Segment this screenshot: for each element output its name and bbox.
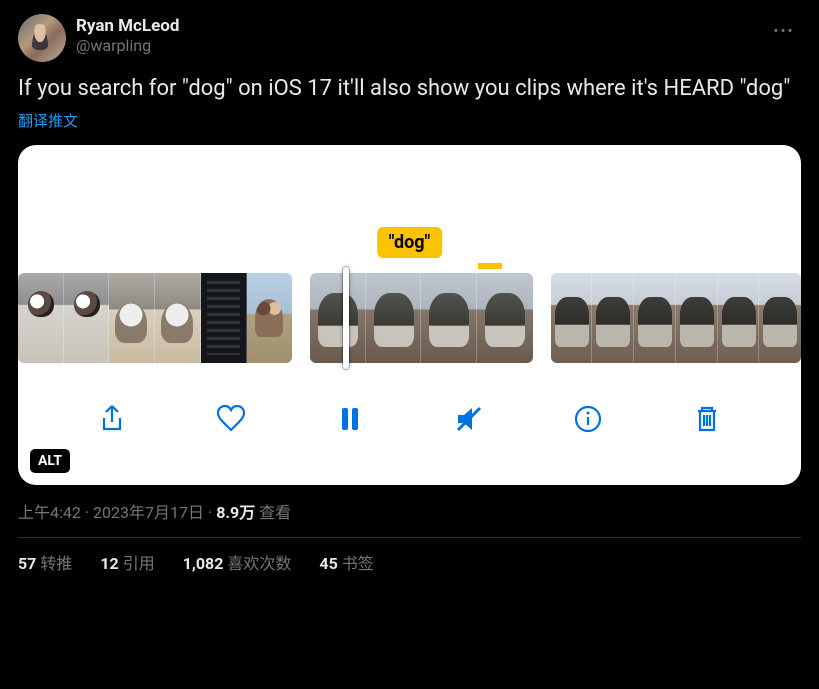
thumbnail[interactable] <box>634 273 676 363</box>
thumbnail[interactable] <box>477 273 533 363</box>
tweet-container: Ryan McLeod @warpling ••• If you search … <box>0 0 819 582</box>
tweet-time[interactable]: 上午4:42 <box>18 503 81 522</box>
share-icon[interactable] <box>94 401 130 437</box>
thumbnail[interactable] <box>18 273 64 363</box>
pause-icon[interactable] <box>332 401 368 437</box>
more-options-button[interactable]: ••• <box>767 14 801 48</box>
bookmarks-stat[interactable]: 45书签 <box>319 550 373 574</box>
likes-stat[interactable]: 1,082喜欢次数 <box>183 550 292 574</box>
tweet-header: Ryan McLeod @warpling ••• <box>18 14 801 62</box>
thumbnail[interactable] <box>201 273 247 363</box>
media-card[interactable]: "dog" <box>18 145 801 485</box>
clip-group[interactable] <box>18 273 292 363</box>
trash-icon[interactable] <box>689 401 725 437</box>
display-name: Ryan McLeod <box>76 16 179 36</box>
thumbnail[interactable] <box>592 273 634 363</box>
video-filmstrip[interactable] <box>18 273 801 363</box>
media-toolbar <box>18 401 801 437</box>
info-icon[interactable] <box>570 401 606 437</box>
thumbnail[interactable] <box>551 273 593 363</box>
thumbnail[interactable] <box>676 273 718 363</box>
retweets-stat[interactable]: 57转推 <box>18 550 72 574</box>
thumbnail[interactable] <box>718 273 760 363</box>
quotes-stat[interactable]: 12引用 <box>100 550 154 574</box>
author-block[interactable]: Ryan McLeod @warpling <box>76 14 179 56</box>
thumbnail[interactable] <box>155 273 201 363</box>
thumbnail[interactable] <box>109 273 155 363</box>
thumbnail[interactable] <box>366 273 422 363</box>
views-count: 8.9万 <box>216 503 255 522</box>
translate-link[interactable]: 翻译推文 <box>18 110 78 131</box>
divider <box>18 537 801 538</box>
thumbnail[interactable] <box>64 273 110 363</box>
thumbnail[interactable] <box>247 273 293 363</box>
alt-badge[interactable]: ALT <box>30 449 70 473</box>
handle: @warpling <box>76 36 179 55</box>
thumbnail[interactable] <box>310 273 366 363</box>
thumbnail[interactable] <box>421 273 477 363</box>
playhead[interactable] <box>343 267 349 369</box>
tweet-meta: 上午4:42·2023年7月17日·8.9万 查看 <box>18 499 801 523</box>
mute-icon[interactable] <box>451 401 487 437</box>
clip-group[interactable] <box>551 273 801 363</box>
thumbnail[interactable] <box>759 273 801 363</box>
timeline-marker <box>478 263 502 269</box>
tweet-text: If you search for "dog" on iOS 17 it'll … <box>18 74 801 104</box>
stats-row: 57转推 12引用 1,082喜欢次数 45书签 <box>18 550 801 574</box>
avatar[interactable] <box>18 14 66 62</box>
search-term-badge: "dog" <box>377 227 443 258</box>
views-label: 查看 <box>259 503 291 522</box>
heart-icon[interactable] <box>213 401 249 437</box>
tweet-date[interactable]: 2023年7月17日 <box>93 503 204 522</box>
